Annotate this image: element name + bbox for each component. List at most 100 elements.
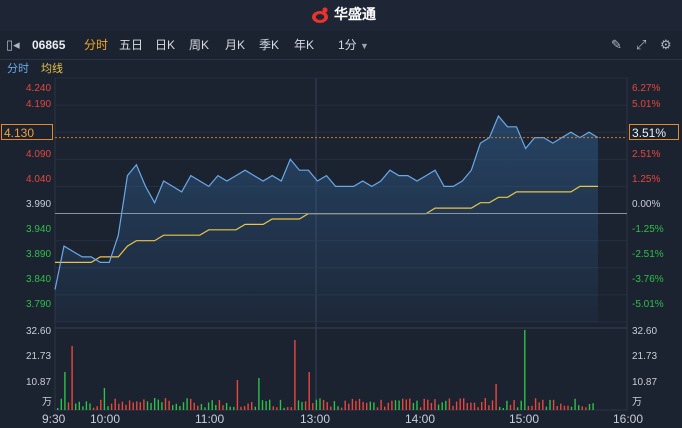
volume-bar	[477, 407, 479, 410]
time-label: 14:00	[405, 412, 435, 426]
pct-label: -2.51%	[632, 249, 664, 260]
volume-bar	[333, 401, 336, 410]
volume-bar	[434, 399, 436, 410]
volume-bar	[355, 400, 357, 410]
time-label: 9:30	[42, 412, 66, 426]
volume-label: 32.60	[632, 326, 657, 337]
volume-bar	[441, 402, 443, 410]
volume-bar	[376, 407, 379, 410]
volume-bar	[297, 400, 300, 410]
volume-bar	[64, 372, 66, 410]
volume-bar	[513, 400, 515, 410]
volume-bar	[114, 398, 116, 410]
percent-axis: 6.27% 5.01% 2.51% 1.25% 0.00% -1.25% -2.…	[632, 83, 664, 310]
price-label: 3.840	[26, 274, 51, 285]
volume-bar	[222, 405, 224, 410]
volume-bar	[265, 401, 267, 410]
volume-bar	[128, 400, 131, 410]
volume-label: 21.73	[26, 351, 51, 362]
pct-label: 6.27%	[632, 83, 660, 94]
volume-bar	[452, 405, 454, 410]
volume-bar	[384, 406, 386, 410]
volume-bar	[247, 403, 249, 410]
volume-bar	[75, 403, 77, 410]
volume-bar	[143, 399, 145, 410]
volume-bar	[531, 405, 533, 410]
volume-bar	[103, 388, 106, 410]
volume-bar	[362, 401, 364, 410]
volume-bar	[92, 407, 95, 410]
volume-bar	[82, 406, 84, 410]
volume-bar	[470, 402, 472, 410]
volume-bar	[254, 406, 256, 410]
volume-bar	[416, 400, 418, 410]
volume-bar	[445, 400, 447, 410]
volume-bar	[394, 400, 397, 410]
volume-bar	[592, 403, 594, 410]
volume-bar	[78, 401, 80, 410]
volume-bar	[459, 398, 461, 410]
volume-bar	[161, 402, 163, 410]
volume-bar	[146, 401, 149, 410]
volume-bar	[405, 399, 407, 410]
volume-bar	[545, 406, 548, 410]
volume-bar	[204, 407, 206, 410]
volume-bar	[499, 406, 501, 410]
volume-axis: 32.60 21.73 10.87 万 32.60 21.73 10.87 万	[26, 326, 657, 408]
pct-label: -3.76%	[632, 274, 664, 285]
volume-bar	[391, 400, 393, 410]
volume-bar	[348, 403, 350, 410]
volume-bar	[283, 407, 285, 410]
price-label: 4.240	[26, 83, 51, 94]
volume-bar	[506, 400, 508, 410]
price-label: 3.890	[26, 249, 51, 260]
volume-bar	[466, 403, 468, 410]
volume-label: 10.87	[26, 377, 51, 388]
volume-bar	[308, 372, 310, 410]
volume-bar	[322, 399, 325, 410]
volume-bar	[409, 398, 411, 410]
volume-bar	[538, 402, 540, 410]
volume-bar	[412, 402, 415, 410]
volume-bar	[398, 400, 400, 410]
price-area-fill	[55, 116, 598, 322]
volume-bar	[290, 407, 292, 410]
volume-bar	[574, 398, 576, 410]
volume-bar	[358, 398, 361, 410]
volume-bar	[182, 402, 185, 410]
volume-bar	[279, 399, 282, 410]
volume-bar	[168, 400, 170, 410]
volume-bar	[215, 404, 217, 410]
volume-bar	[89, 403, 91, 410]
volume-bar	[549, 399, 551, 410]
volume-bar	[121, 401, 124, 410]
time-label: 13:00	[300, 412, 330, 426]
volume-bar	[437, 404, 440, 410]
price-label: 3.990	[26, 199, 51, 210]
volume-bar	[484, 398, 486, 410]
volume-bar	[229, 406, 231, 410]
volume-bar	[488, 405, 490, 410]
volume-bar	[172, 405, 174, 410]
volume-bar	[402, 398, 404, 410]
pct-label: -5.01%	[632, 299, 664, 310]
volume-bar	[110, 403, 113, 410]
volume-bar	[427, 399, 429, 410]
volume-bar	[236, 380, 239, 410]
price-axis: 4.240 4.190 4.090 4.040 3.990 3.940 3.89…	[26, 83, 51, 310]
time-label: 11:00	[195, 412, 224, 426]
volume-bar	[570, 406, 573, 410]
volume-bar	[556, 406, 558, 410]
volume-bar	[57, 408, 59, 410]
volume-bar	[136, 401, 138, 410]
volume-bar	[269, 399, 271, 410]
volume-bar	[186, 398, 188, 410]
volume-bar	[527, 406, 530, 410]
time-label: 15:00	[509, 412, 539, 426]
volume-bar	[473, 402, 476, 410]
timeshare-chart[interactable]: 4.240 4.190 4.090 4.040 3.990 3.940 3.89…	[0, 0, 682, 428]
volume-bar	[85, 401, 88, 410]
volume-bar	[581, 406, 583, 410]
volume-bar	[340, 407, 343, 410]
volume-bar	[100, 399, 102, 410]
